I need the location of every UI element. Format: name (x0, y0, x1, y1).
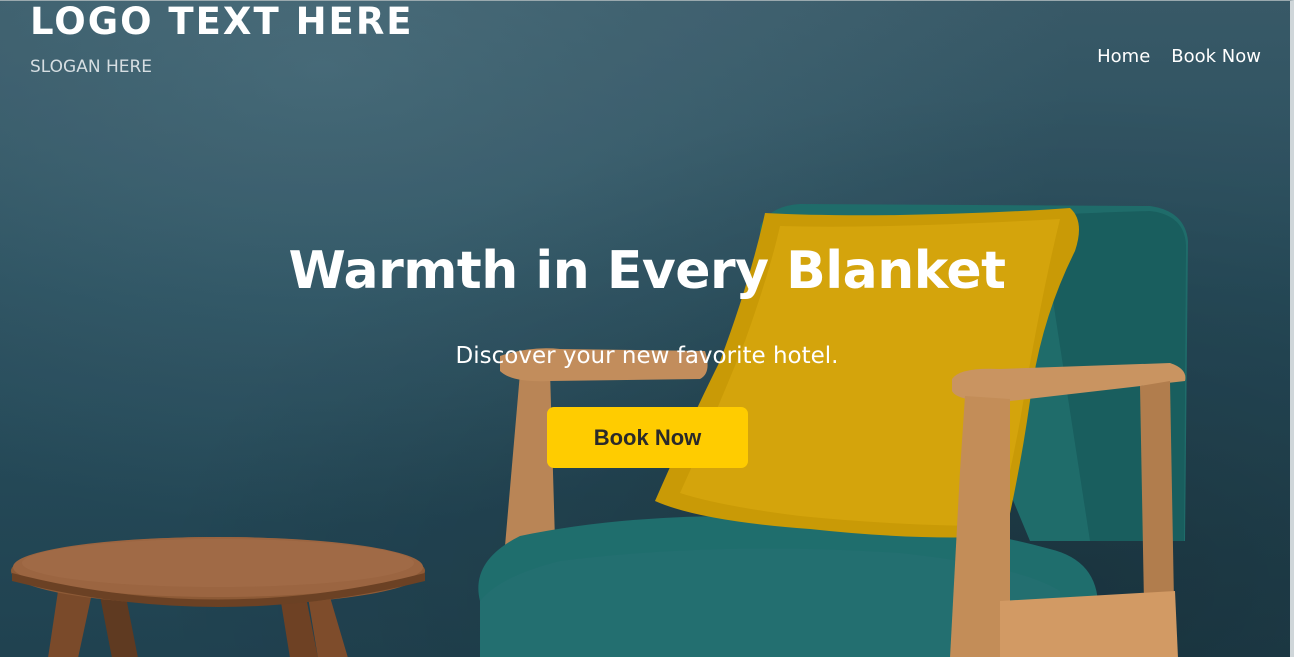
site-slogan: SLOGAN HERE (30, 57, 153, 77)
site-logo[interactable]: LOGO TEXT HERE (30, 1, 414, 43)
hero-section: LOGO TEXT HERE SLOGAN HERE Home Book Now… (0, 0, 1294, 657)
nav-link-book-now[interactable]: Book Now (1171, 45, 1261, 69)
hero-background-image (0, 1, 1290, 657)
hero-headline: Warmth in Every Blanket (288, 241, 1006, 301)
nav-link-home[interactable]: Home (1097, 45, 1150, 69)
main-nav: Home Book Now (1097, 45, 1261, 69)
hero-subheadline: Discover your new favorite hotel. (455, 343, 839, 369)
book-now-button[interactable]: Book Now (547, 407, 748, 468)
